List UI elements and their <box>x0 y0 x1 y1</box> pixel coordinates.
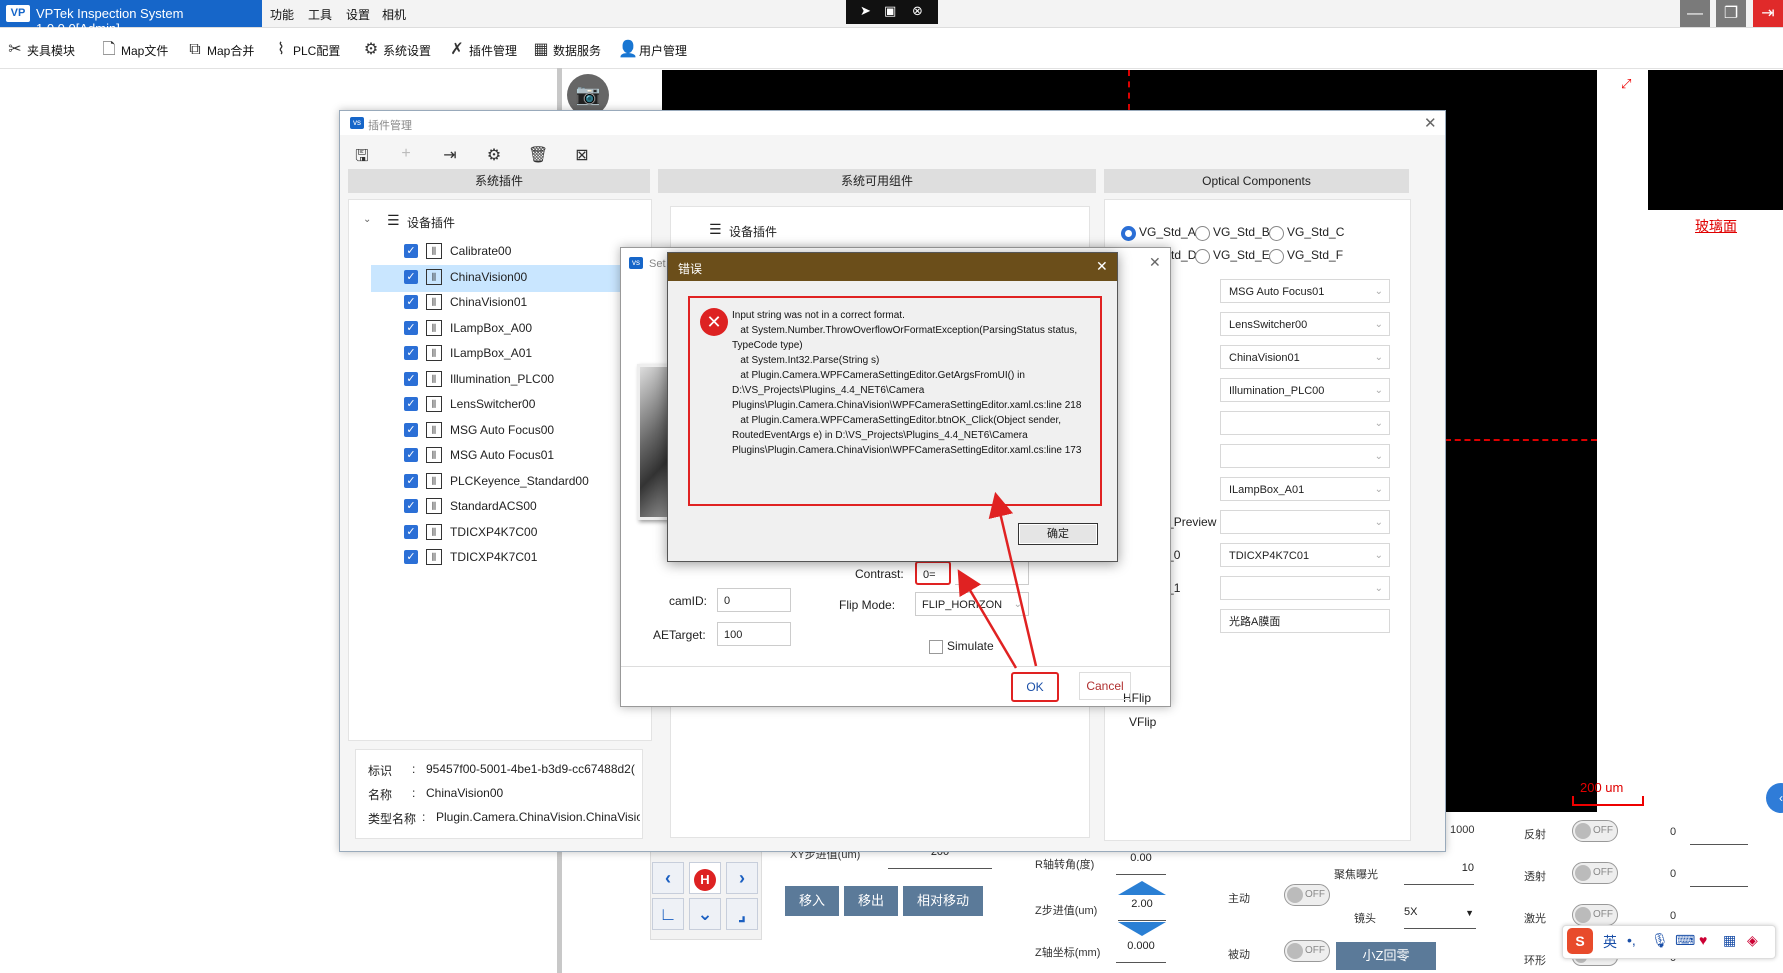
ime-toolbar: S 英 •, 🎙 ⌨ ♥ ▦ ◈ <box>1562 925 1776 959</box>
sogou-logo-icon[interactable]: S <box>1567 928 1593 954</box>
grid-icon[interactable]: ▦ <box>1723 932 1736 949</box>
skin-icon[interactable]: ♥ <box>1699 932 1707 948</box>
arrow-to-contrast <box>957 569 1018 669</box>
microphone-icon[interactable]: 🎙 <box>1651 932 1669 949</box>
keyboard-icon[interactable]: ⌨ <box>1675 932 1695 949</box>
punctuation-icon[interactable]: •, <box>1627 932 1636 948</box>
ime-lang[interactable]: 英 <box>1603 932 1617 952</box>
toolbox-icon[interactable]: ◈ <box>1747 932 1758 949</box>
arrow-to-error <box>988 491 1038 667</box>
annotation-arrows <box>957 491 1038 669</box>
